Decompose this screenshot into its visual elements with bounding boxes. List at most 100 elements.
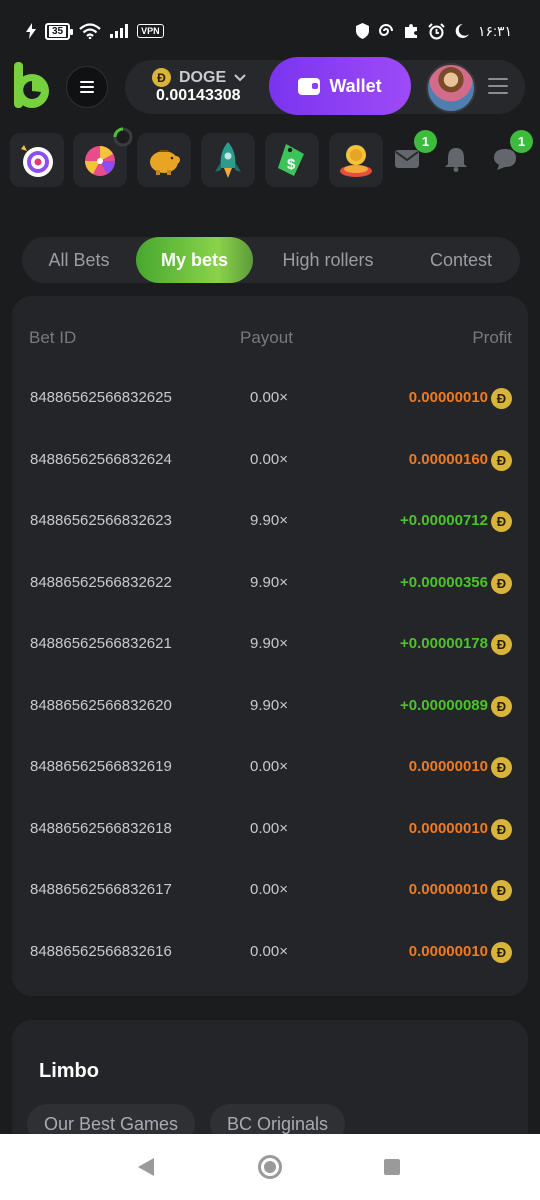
battery-icon: 35 (45, 22, 74, 40)
bet-payout: 9.90× (250, 573, 288, 591)
table-row[interactable]: 84886562566832618 0.00× 0.00000010 Ð (12, 811, 528, 873)
bet-profit: +0.00000178 (399, 635, 488, 652)
dollar-tag-graphic: $ (278, 144, 304, 176)
bet-profit: +0.00000712 (399, 512, 488, 529)
prize-wheel-icon[interactable] (73, 127, 133, 187)
doge-coin-icon: Ð (152, 68, 171, 87)
wallet-button[interactable]: Wallet (269, 57, 411, 115)
dollar-tag-icon[interactable]: $ (265, 133, 319, 187)
home-icon[interactable] (258, 1155, 282, 1179)
chat-button[interactable]: 1 (488, 130, 533, 176)
doge-coin-icon: Ð (491, 880, 512, 901)
table-row[interactable]: 84886562566832624 0.00× 0.00000160 Ð (12, 442, 528, 504)
bet-id: 84886562566832622 (30, 573, 172, 591)
status-bar-right: ۱۶:۳۱ (356, 23, 512, 40)
back-icon[interactable] (138, 1158, 154, 1176)
table-row[interactable]: 84886562566832622 9.90× +0.00000356 Ð (12, 565, 528, 627)
table-row[interactable]: 84886562566832617 0.00× 0.00000010 Ð (12, 872, 528, 934)
bet-payout: 0.00× (250, 450, 288, 468)
table-row[interactable]: 84886562566832620 9.90× +0.00000089 Ð (12, 688, 528, 750)
quick-bar: $ 1 1 (0, 127, 540, 192)
bet-profit: 0.00000010 (408, 881, 488, 898)
moon-icon (455, 23, 470, 38)
signal-icon (110, 24, 129, 38)
clock-time: ۱۶:۳۱ (478, 22, 512, 39)
vpn-badge: VPN (137, 24, 164, 38)
tab-high-rollers[interactable]: High rollers (260, 237, 396, 283)
table-row[interactable]: 84886562566832619 0.00× 0.00000010 Ð (12, 749, 528, 811)
bet-id: 84886562566832618 (30, 819, 172, 837)
tab-contest[interactable]: Contest (404, 237, 518, 283)
limbo-title: Limbo (39, 1060, 99, 1082)
recent-apps-icon[interactable] (384, 1159, 400, 1175)
shield-icon (356, 23, 370, 39)
mail-icon (395, 150, 419, 168)
currency-selector[interactable]: Ð DOGE (152, 68, 246, 87)
menu-button[interactable] (66, 66, 108, 108)
bet-payout: 0.00× (250, 819, 288, 837)
rocket-graphic (215, 142, 241, 178)
wifi-icon (79, 23, 101, 39)
bet-profit: 0.00000010 (408, 942, 488, 960)
bet-id: 84886562566832617 (30, 881, 172, 898)
dart-target-icon[interactable] (10, 133, 64, 187)
app-header: Ð DOGE 0.00143308 Wallet (0, 54, 540, 120)
currency-code: DOGE (179, 68, 227, 86)
doge-coin-icon: Ð (491, 388, 512, 409)
table-row[interactable]: 84886562566832621 9.90× +0.00000178 Ð (12, 626, 528, 688)
alarm-icon (428, 22, 445, 39)
spiral-icon (379, 24, 394, 36)
bet-profit: +0.00000089 (399, 696, 488, 714)
table-row[interactable]: 84886562566832623 9.90× +0.00000712 Ð (12, 503, 528, 565)
bet-id: 84886562566832621 (30, 635, 172, 652)
bet-profit: 0.00000010 (408, 819, 488, 837)
mail-button[interactable]: 1 (390, 130, 437, 176)
wallet-icon (298, 77, 321, 95)
chat-badge: 1 (510, 130, 533, 153)
status-bar-left: 35 VPN (26, 22, 164, 40)
bet-profit: 0.00000160 (408, 450, 488, 468)
bet-payout: 0.00× (250, 389, 288, 406)
bets-tabs: All Bets My bets High rollers Contest (22, 237, 520, 283)
mail-badge: 1 (414, 130, 437, 153)
wallet-label: Wallet (329, 75, 382, 96)
doge-coin-icon: Ð (491, 572, 512, 594)
doge-coin-icon: Ð (491, 757, 512, 778)
bet-payout: 9.90× (250, 635, 288, 652)
coin-stack-graphic (340, 145, 372, 177)
svg-text:$: $ (287, 156, 296, 173)
bet-id: 84886562566832619 (30, 758, 172, 775)
bet-id: 84886562566832616 (30, 942, 172, 960)
chevron-down-icon (234, 73, 246, 81)
tab-all-bets[interactable]: All Bets (22, 237, 136, 283)
doge-coin-icon: Ð (491, 634, 512, 655)
bet-id: 84886562566832620 (30, 696, 172, 714)
rocket-icon[interactable] (201, 133, 255, 187)
doge-coin-icon: Ð (491, 449, 512, 471)
bet-id: 84886562566832624 (30, 450, 172, 468)
list-menu-icon[interactable] (488, 78, 508, 99)
bet-payout: 0.00× (250, 881, 288, 898)
header-bet-id: Bet ID (29, 328, 77, 347)
notification-button[interactable] (439, 142, 473, 176)
bet-profit: +0.00000356 (399, 573, 488, 591)
loading-ring-icon (113, 127, 133, 147)
bets-table: Bet ID Payout Profit 84886562566832625 0.… (12, 296, 528, 996)
table-row[interactable]: 84886562566832616 0.00× 0.00000010 Ð (12, 934, 528, 996)
doge-coin-icon: Ð (491, 818, 512, 840)
table-row[interactable]: 84886562566832625 0.00× 0.00000010 Ð (12, 380, 528, 442)
battery-level: 35 (49, 25, 67, 37)
bet-profit: 0.00000010 (408, 389, 488, 406)
balance-amount: 0.00143308 (156, 87, 241, 104)
doge-coin-icon: Ð (491, 695, 512, 717)
avatar[interactable] (426, 63, 476, 113)
tab-my-bets[interactable]: My bets (136, 237, 253, 283)
coin-stack-icon[interactable] (329, 133, 383, 187)
bell-icon (445, 148, 467, 172)
piggy-bank-icon[interactable] (137, 133, 191, 187)
bc-logo[interactable] (12, 62, 52, 110)
piggy-bank-graphic (150, 150, 180, 175)
dart-target-graphic (21, 145, 53, 177)
limbo-section: Limbo Our Best Games BC Originals (12, 1020, 528, 1150)
system-nav-bar (0, 1134, 540, 1200)
